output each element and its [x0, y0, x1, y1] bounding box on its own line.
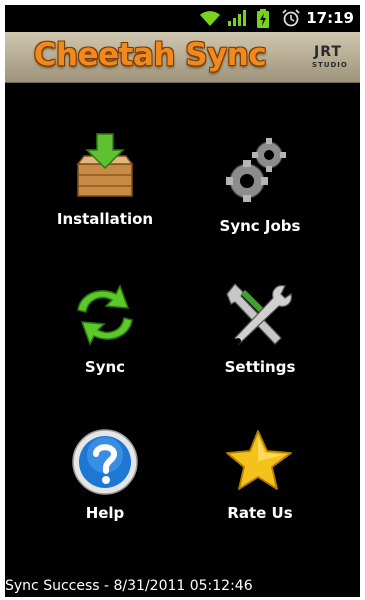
sync-jobs-label: Sync Jobs	[219, 217, 301, 235]
sync-button[interactable]: Sync	[30, 280, 180, 400]
download-box-icon	[76, 133, 134, 197]
alarm-icon	[282, 9, 300, 27]
installation-label: Installation	[56, 210, 154, 228]
help-icon	[72, 429, 138, 495]
star-icon	[226, 430, 292, 490]
logo-subtext: STUDIO	[312, 61, 348, 69]
rate-us-button[interactable]: Rate Us	[185, 427, 335, 547]
gears-icon	[226, 138, 286, 202]
sync-label: Sync	[84, 358, 126, 376]
status-bar: 17:19	[5, 5, 360, 32]
app-title: Cheetah Sync	[33, 37, 267, 73]
logo-text: JRT	[314, 44, 342, 60]
help-button[interactable]: Help	[30, 427, 180, 547]
settings-label: Settings	[224, 358, 296, 376]
jrt-studio-logo: JRT STUDIO	[310, 42, 356, 74]
app-screen: 17:19 Cheetah Sync JRT STUDIO Installati…	[5, 5, 360, 597]
tools-icon	[226, 283, 292, 345]
installation-button[interactable]: Installation	[30, 130, 180, 250]
clock: 17:19	[306, 9, 354, 27]
sync-jobs-button[interactable]: Sync Jobs	[185, 135, 335, 255]
rate-us-label: Rate Us	[227, 504, 293, 522]
wifi-icon	[200, 11, 220, 26]
help-label: Help	[85, 504, 125, 522]
app-header: Cheetah Sync JRT STUDIO	[5, 32, 360, 83]
sync-arrows-icon	[77, 284, 133, 346]
battery-charging-icon	[257, 9, 269, 28]
settings-button[interactable]: Settings	[185, 280, 335, 400]
signal-icon	[228, 10, 246, 26]
sync-status-text: Sync Success - 8/31/2011 05:12:46	[5, 578, 253, 594]
